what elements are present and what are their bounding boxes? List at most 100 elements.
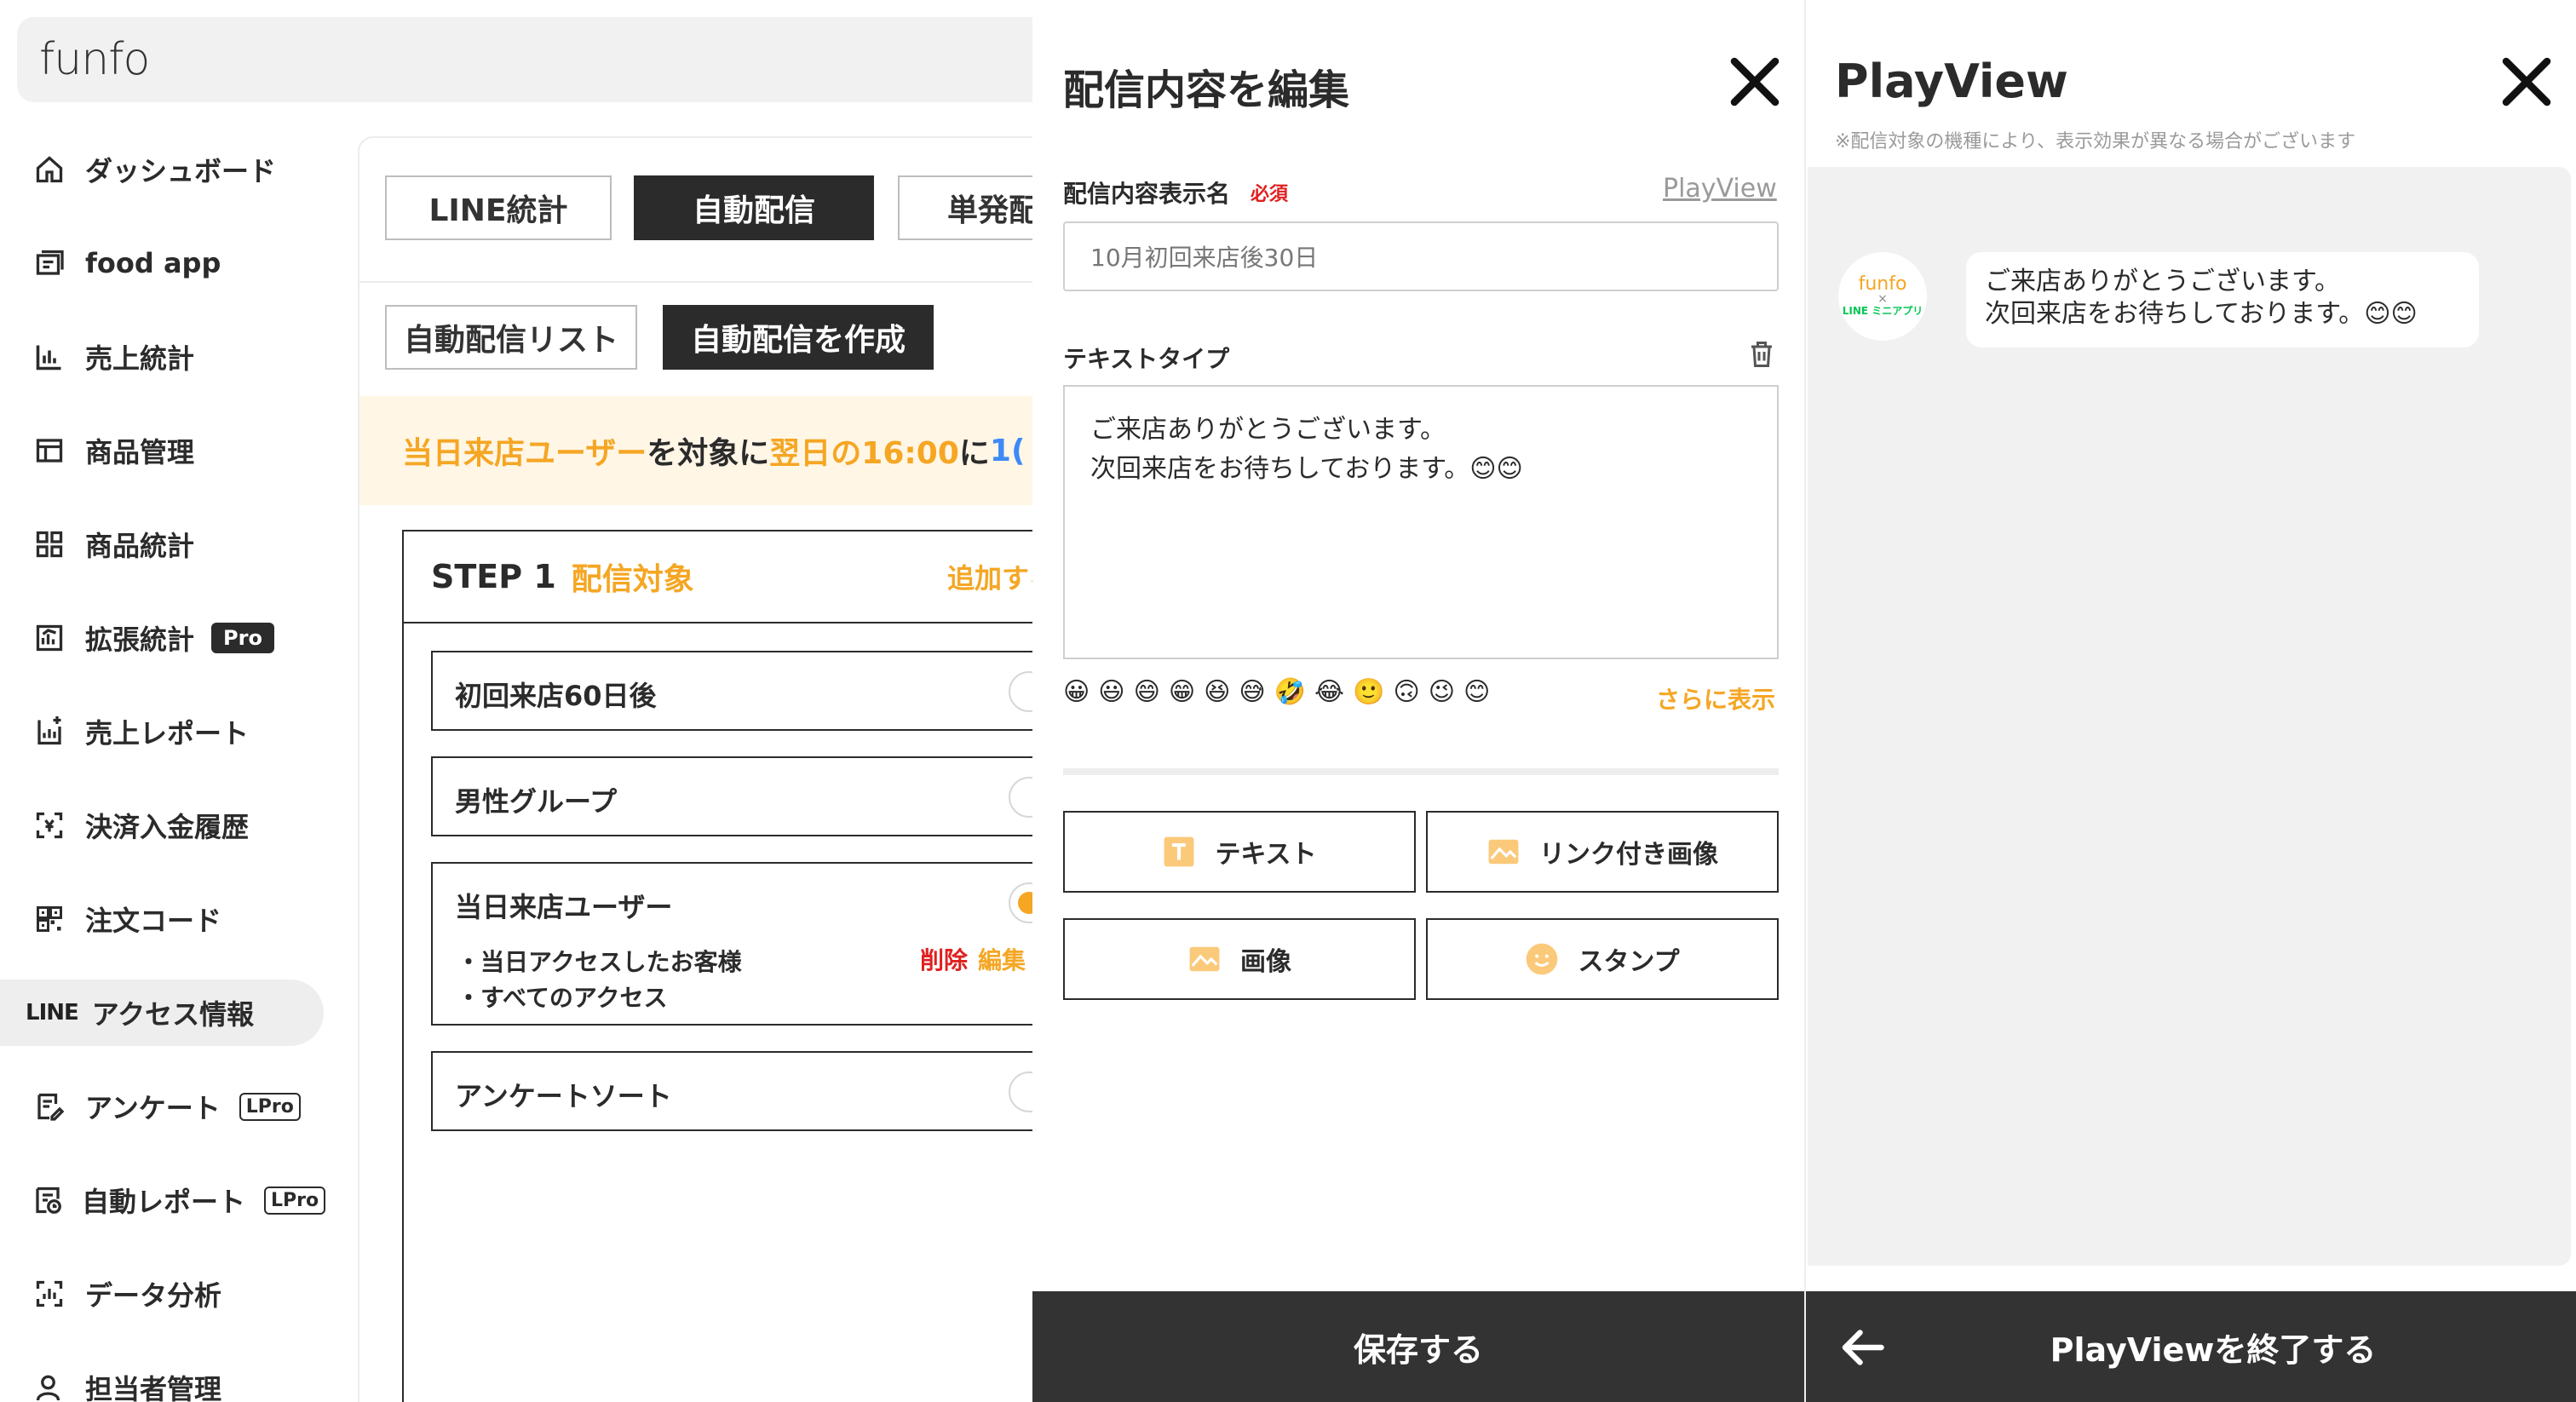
line-logo: LINE bbox=[26, 1000, 79, 1026]
banner-time: 翌日の16:00 bbox=[769, 436, 959, 471]
emoji-button[interactable]: 🤣 bbox=[1274, 677, 1306, 707]
panel-title: PlayView bbox=[1835, 55, 2068, 108]
edit-content-panel: 配信内容を編集 配信内容表示名 必須 PlayView テキストタイプ ご来店あ… bbox=[1032, 0, 1804, 1402]
back-arrow-icon[interactable] bbox=[1837, 1322, 1888, 1373]
emoji-button[interactable]: 😊 bbox=[1463, 677, 1490, 707]
edit-target-button[interactable]: 編集 bbox=[978, 942, 1026, 976]
target-detail: ・当日アクセスしたお客様 bbox=[457, 948, 742, 976]
sidebar-item-food-app[interactable]: food app bbox=[0, 230, 324, 296]
sidebar-item-survey[interactable]: アンケート LPro bbox=[0, 1073, 324, 1140]
close-icon[interactable] bbox=[2499, 55, 2554, 109]
lpro-badge: LPro bbox=[239, 1092, 301, 1121]
field-label: テキストタイプ bbox=[1063, 345, 1230, 373]
emoji-button[interactable]: 😁 bbox=[1169, 677, 1195, 707]
sidebar-item-order-code[interactable]: 注文コード bbox=[0, 886, 324, 952]
data-analysis-icon bbox=[32, 1277, 66, 1311]
sidebar-item-dashboard[interactable]: ダッシュボード bbox=[0, 136, 324, 203]
food-app-icon bbox=[32, 246, 66, 280]
main-content: LINE統計 自動配信 単発配信 自動配信リスト 自動配信を作成 当日来店ユーザ… bbox=[358, 136, 1032, 1402]
tab-line-stats[interactable]: LINE統計 bbox=[385, 175, 612, 240]
step-header: STEP 1 配信対象 追加する bbox=[404, 531, 1032, 623]
sidebar-item-label: 決済入金履歴 bbox=[85, 811, 250, 843]
tab-auto-delivery[interactable]: 自動配信 bbox=[634, 175, 874, 240]
required-badge: 必須 bbox=[1251, 184, 1289, 205]
extended-stats-icon bbox=[32, 621, 66, 655]
emoji-button[interactable]: 🙃 bbox=[1393, 677, 1419, 707]
panel-title: 配信内容を編集 bbox=[1063, 66, 1350, 114]
playview-link[interactable]: PlayView bbox=[1663, 174, 1777, 204]
target-radio[interactable] bbox=[1009, 671, 1032, 712]
delete-target-button[interactable]: 削除 bbox=[920, 942, 968, 976]
bar-chart-icon bbox=[32, 340, 66, 374]
sidebar-item-auto-report[interactable]: 自動レポート LPro bbox=[0, 1167, 326, 1233]
message-textarea[interactable]: ご来店ありがとうございます。 次回来店をお待ちしております。😊😊 bbox=[1063, 385, 1779, 659]
sidebar-item-sales-report[interactable]: 売上レポート bbox=[0, 698, 324, 765]
playview-panel: PlayView ※配信対象の機種により、表示効果が異なる場合がございます fu… bbox=[1804, 0, 2576, 1402]
payment-history-icon bbox=[32, 808, 66, 842]
emoji-button[interactable]: 😆 bbox=[1204, 677, 1230, 707]
pro-badge: Pro bbox=[211, 623, 274, 653]
target-option[interactable]: 男性グループ bbox=[431, 756, 1032, 836]
sidebar-item-label: 自動レポート bbox=[82, 1186, 246, 1218]
target-radio[interactable] bbox=[1009, 1072, 1032, 1112]
button-label: 画像 bbox=[1240, 947, 1291, 977]
close-icon[interactable] bbox=[1728, 55, 1782, 109]
link-image-icon bbox=[1486, 835, 1521, 869]
sidebar-item-label: 担当者管理 bbox=[85, 1373, 222, 1402]
trash-icon[interactable] bbox=[1746, 339, 1777, 370]
add-link-image-button[interactable]: リンク付き画像 bbox=[1426, 811, 1779, 893]
step-title: 配信対象 bbox=[571, 562, 694, 597]
emoji-button[interactable]: 😉 bbox=[1429, 677, 1455, 707]
add-image-button[interactable]: 画像 bbox=[1063, 918, 1416, 1000]
tab-auto-delivery-list[interactable]: 自動配信リスト bbox=[385, 305, 637, 370]
emoji-button[interactable]: 😃 bbox=[1098, 677, 1124, 707]
emoji-button[interactable]: 😂 bbox=[1314, 677, 1344, 707]
tab-single-delivery[interactable]: 単発配信 bbox=[898, 175, 1032, 240]
top-bar: funfo bbox=[17, 17, 1032, 102]
emoji-button[interactable]: 🙂 bbox=[1353, 677, 1384, 707]
target-option-label: 男性グループ bbox=[455, 785, 618, 818]
emoji-button[interactable]: 😄 bbox=[1134, 677, 1160, 707]
display-name-input[interactable] bbox=[1063, 221, 1779, 291]
emoji-button[interactable]: 😅 bbox=[1239, 677, 1265, 707]
add-stamp-button[interactable]: スタンプ bbox=[1426, 918, 1779, 1000]
delivery-summary-banner: 当日来店ユーザー を対象に 翌日の16:00 に 1( bbox=[359, 396, 1032, 505]
sidebar-item-product-manage[interactable]: 商品管理 bbox=[0, 417, 324, 484]
emoji-picker: 😀 😃 😄 😁 😆 😅 🤣 😂 🙂 🙃 😉 😊 bbox=[1063, 677, 1490, 707]
staff-icon bbox=[32, 1370, 66, 1402]
lpro-badge: LPro bbox=[264, 1186, 326, 1215]
tab-create-auto-delivery[interactable]: 自動配信を作成 bbox=[663, 305, 934, 370]
add-text-button[interactable]: テキスト bbox=[1063, 811, 1416, 893]
avatar-brand: funfo bbox=[1858, 273, 1907, 295]
target-radio-checked[interactable] bbox=[1009, 882, 1032, 923]
target-option-label: アンケートソート bbox=[455, 1080, 672, 1112]
qr-code-icon bbox=[32, 902, 66, 936]
sidebar-item-sales-stats[interactable]: 売上統計 bbox=[0, 324, 324, 390]
sidebar-item-product-stats[interactable]: 商品統計 bbox=[0, 511, 324, 577]
banner-content: 1( bbox=[989, 433, 1026, 468]
target-option-selected[interactable]: 当日来店ユーザー ・当日アクセスしたお客様 ・すべてのアクセス 削除 編集 bbox=[431, 862, 1032, 1026]
funfo-logo[interactable]: funfo bbox=[39, 34, 150, 85]
target-radio[interactable] bbox=[1009, 777, 1032, 818]
banner-text: に bbox=[958, 436, 990, 471]
end-playview-bar[interactable]: PlayViewを終了する bbox=[1806, 1291, 2576, 1402]
sidebar-item-data-analysis[interactable]: データ分析 bbox=[0, 1261, 324, 1327]
survey-icon bbox=[32, 1089, 66, 1123]
sidebar-item-extended-stats[interactable]: 拡張統計 Pro bbox=[0, 605, 324, 671]
show-more-emoji-button[interactable]: さらに表示 bbox=[1656, 681, 1775, 715]
field-label: 配信内容表示名 bbox=[1063, 180, 1231, 208]
sidebar-item-access-info[interactable]: LINE アクセス情報 bbox=[0, 980, 324, 1046]
sidebar-item-payment-history[interactable]: 決済入金履歴 bbox=[0, 792, 324, 859]
save-button[interactable]: 保存する bbox=[1032, 1291, 1804, 1402]
step-number: STEP 1 bbox=[431, 558, 556, 595]
add-target-button[interactable]: 追加する bbox=[947, 557, 1032, 596]
target-option[interactable]: 初回来店60日後 bbox=[431, 651, 1032, 731]
end-playview-button[interactable]: PlayViewを終了する bbox=[1806, 1291, 2576, 1402]
chat-preview: funfo × LINE ミニアプリ ご来店ありがとうございます。 次回来店をお… bbox=[1808, 167, 2571, 1266]
target-option[interactable]: アンケートソート bbox=[431, 1051, 1032, 1131]
sidebar-item-label: 売上レポート bbox=[85, 717, 250, 750]
sidebar-item-label: アンケート bbox=[85, 1092, 221, 1124]
sidebar-item-staff[interactable]: 担当者管理 bbox=[0, 1354, 324, 1402]
sidebar-item-label: アクセス情報 bbox=[91, 998, 255, 1031]
emoji-button[interactable]: 😀 bbox=[1063, 677, 1090, 707]
